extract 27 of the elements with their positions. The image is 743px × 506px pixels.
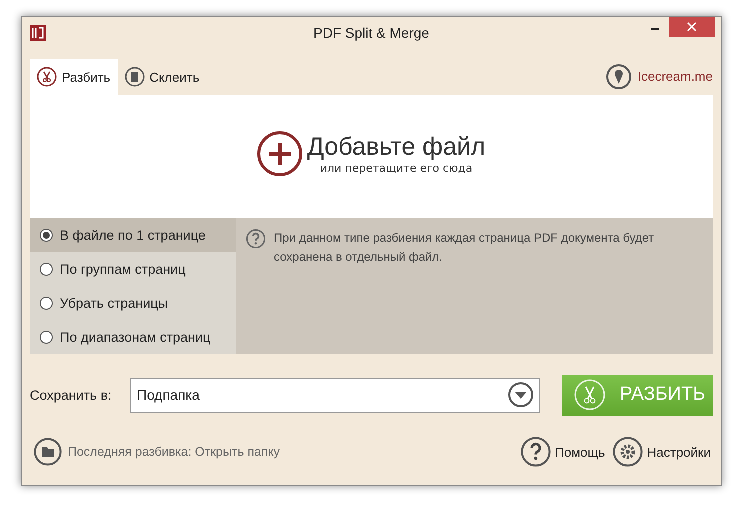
- open-folder-link[interactable]: Последняя разбивка: Открыть папку: [68, 445, 280, 459]
- add-icon: [257, 130, 304, 176]
- folder-icon: [34, 438, 62, 466]
- split-mode-option[interactable]: В файле по 1 странице: [30, 218, 236, 252]
- tab[interactable]: Склеить: [118, 59, 207, 95]
- scissors-icon: [574, 379, 606, 411]
- window-title: PDF Split & Merge: [314, 25, 430, 41]
- split-mode-option[interactable]: Убрать страницы: [30, 286, 236, 320]
- close-button[interactable]: [669, 17, 715, 37]
- save-to-label: Сохранить в:: [30, 388, 113, 402]
- help-button[interactable]: Помощь: [521, 437, 606, 467]
- help-icon: [521, 437, 552, 467]
- website-link[interactable]: Icecream.me: [638, 69, 713, 84]
- help-icon: [246, 229, 266, 249]
- add-file-link[interactable]: Добавьте файл: [307, 132, 486, 162]
- app-logo-icon: [30, 25, 46, 41]
- mode-description: При данном типе разбиения каждая страница PDF документа будет сохранена в отдельный файл.: [274, 230, 656, 266]
- settings-icon: [613, 437, 644, 467]
- document-icon: [124, 67, 145, 87]
- settings-button[interactable]: Настройки: [613, 437, 711, 467]
- scissors-icon: [37, 67, 57, 87]
- split-mode-option[interactable]: По диапазонам страниц: [30, 320, 236, 354]
- tab[interactable]: Разбить: [30, 59, 118, 95]
- save-to-dropdown[interactable]: Подпапка: [130, 378, 540, 412]
- drop-hint: или перетащите его сюда: [320, 162, 473, 174]
- split-mode-option[interactable]: По группам страниц: [30, 252, 236, 286]
- close-icon: [687, 22, 697, 32]
